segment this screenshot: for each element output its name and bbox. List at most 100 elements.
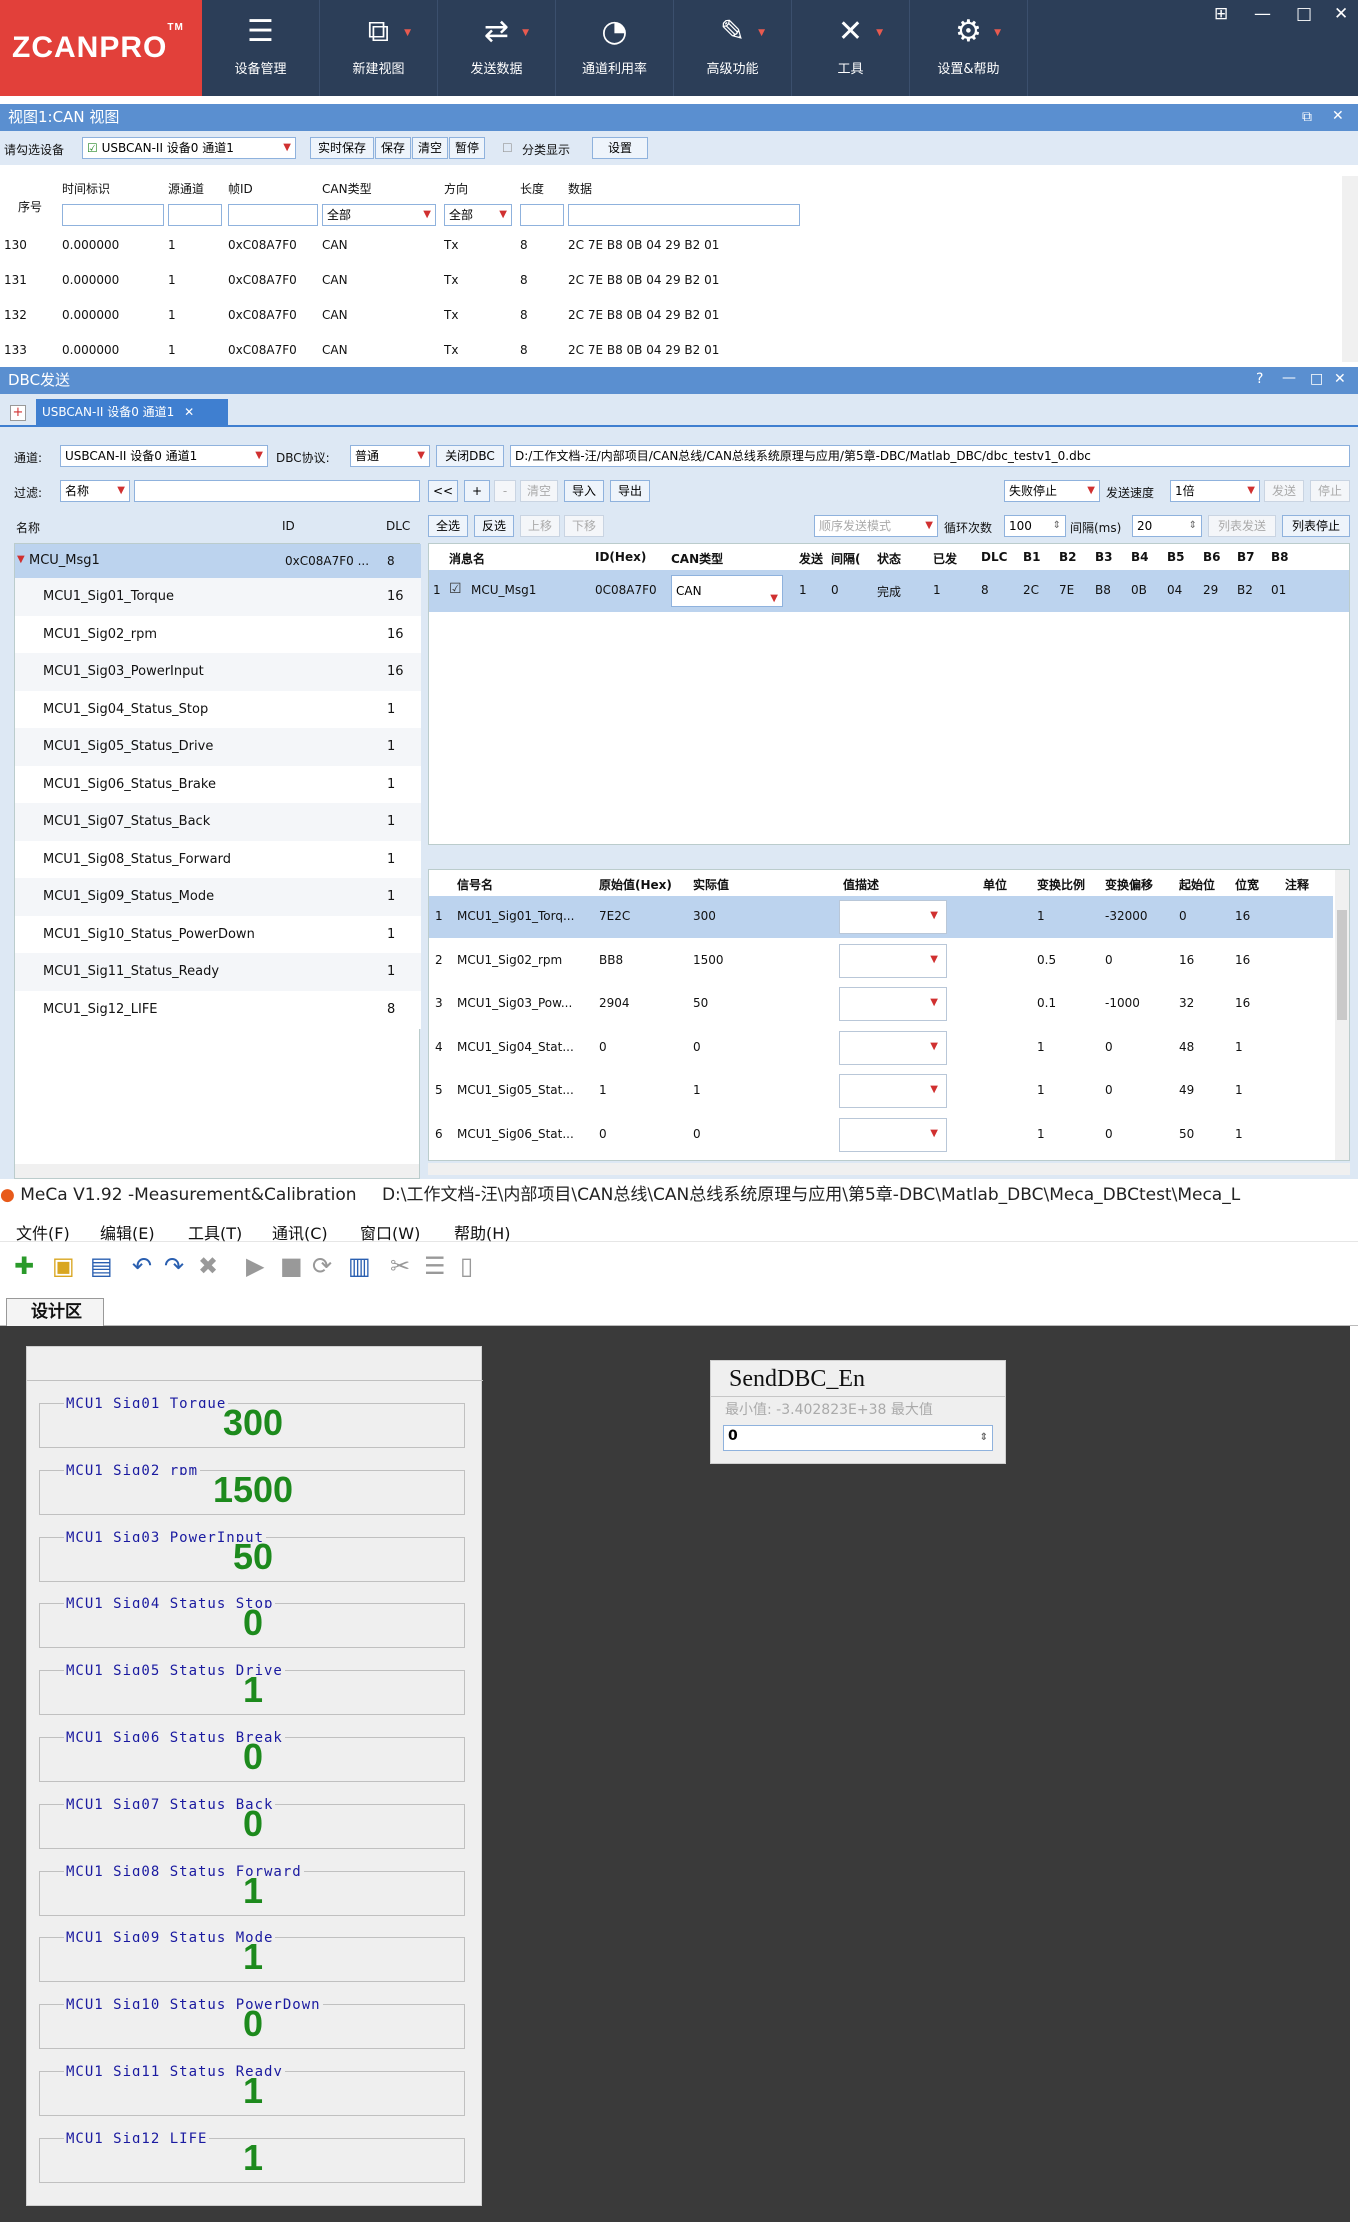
signal-gauge[interactable]: MCU1_Sig03_PowerInput 50 [39,1529,465,1582]
value-desc-select[interactable]: ▼ [839,987,947,1021]
tab-usbcan[interactable]: USBCAN-II 设备0 通道1 ✕ [36,399,228,425]
menu-tools[interactable]: 工具(T) [188,1220,242,1244]
import-button[interactable]: 导入 [564,480,604,502]
select-all-button[interactable]: 全选 [428,515,468,537]
value-desc-select[interactable]: ▼ [839,943,947,978]
tree-signal-row[interactable]: MCU1_Sig04_Status_Stop 1 [15,690,421,729]
ribbon-advanced-button[interactable]: ✎ ▼ 高级功能 [674,0,792,96]
pause-button[interactable]: 暂停 [449,137,485,159]
tree-signal-row[interactable]: MCU1_Sig05_Status_Drive 1 [15,728,421,766]
signal-gauge[interactable]: MCU1_Sig02_rpm 1500 [39,1462,465,1515]
settings-button[interactable]: 设置 [592,137,648,159]
tree-signal-row[interactable]: MCU1_Sig03_PowerInput 16 [15,653,421,691]
save-icon[interactable]: ▤ [90,1252,113,1280]
signal-value-row[interactable]: 3 MCU1_Sig03_Pow... 2904 50 0.1 -1000 32 16 ▼ [429,983,1333,1025]
speed-select[interactable]: 1倍 ▼ [1170,480,1260,502]
can-frame-row[interactable]: 133 0.000000 1 0xC08A7F0 CAN Tx 8 2C 7E B8 0B 0… [0,337,1340,367]
signal-gauge[interactable]: MCU1_Sig11_Status_Ready 1 [39,2064,465,2116]
help-icon[interactable]: ? [1256,371,1263,387]
list-stop-button[interactable]: 列表停止 [1282,515,1350,537]
tree-signal-row[interactable]: MCU1_Sig12_LIFE 8 [15,990,421,1029]
float-icon[interactable]: ⧉ [1302,109,1312,125]
interval-input[interactable]: 20 ⇕ [1132,515,1202,537]
dbc-path-field[interactable]: D:/工作文档-汪/内部项目/CAN总线/CAN总线系统原理与应用/第5章-DB… [510,445,1350,467]
value-desc-select[interactable]: ▼ [839,1117,947,1152]
list-icon[interactable]: ☰ [424,1252,446,1280]
value-desc-select[interactable]: ▼ [839,1074,947,1108]
can-frame-row[interactable]: 130 0.000000 1 0xC08A7F0 CAN Tx 8 2C 7E B8 0B 0… [0,232,1340,262]
device-select[interactable]: ☑ USBCAN-II 设备0 通道1 ▼ [82,137,296,159]
signal-value-row[interactable]: 2 MCU1_Sig02_rpm BB8 1500 0.5 0 16 16 ▼ [429,940,1333,982]
tree-msg-row[interactable]: ▼ MCU_Msg1 0xC08A7F0 ... 8 [15,544,421,578]
dbc-close-icon[interactable]: ✕ [1334,371,1346,387]
tree-signal-row[interactable]: MCU1_Sig07_Status_Back 1 [15,803,421,841]
ribbon-settings-help-button[interactable]: ⚙ ▼ 设置&帮助 [910,0,1028,96]
ribbon-new-view-button[interactable]: ⧉ ▼ 新建视图 [320,0,438,96]
menu-file[interactable]: 文件(F) [16,1220,70,1244]
ribbon-send-data-button[interactable]: ⇄ ▼ 发送数据 [438,0,556,96]
add-tab-icon[interactable]: + [10,405,26,421]
filter-frame-id[interactable] [228,204,318,226]
close-icon[interactable]: ✕ [1334,4,1348,24]
move-down-button[interactable]: 下移 [564,515,604,537]
send-button[interactable]: 发送 [1264,480,1304,502]
can-frame-row[interactable]: 132 0.000000 1 0xC08A7F0 CAN Tx 8 2C 7E B8 0B 0… [0,302,1340,332]
filter-source[interactable] [168,204,222,226]
signal-table-hscroll[interactable] [428,1163,1350,1175]
stop-button[interactable]: 停止 [1310,480,1350,502]
send-dbc-panel[interactable]: SendDBC_En 最小值: -3.402823E+38 最大值 0 ⇕ [710,1360,1006,1464]
signal-value-row[interactable]: 1 MCU1_Sig01_Torq... 7E2C 300 1 -32000 0 16 ▼ [429,896,1333,938]
dbc-minimize-icon[interactable]: — [1282,370,1296,386]
list-send-button[interactable]: 列表发送 [1208,515,1276,537]
send-mode-select[interactable]: 顺序发送模式 ▼ [814,515,938,537]
gauge-panel[interactable]: MCU1_Sig01_Torque 300 MCU1_Sig02_rpm 1500 MC… [26,1346,483,2206]
signal-value-row[interactable]: 4 MCU1_Sig04_Stat... 0 0 1 0 48 1 ▼ [429,1027,1333,1069]
can-view-close-icon[interactable]: ✕ [1332,108,1344,124]
menu-window[interactable]: 窗口(W) [360,1220,420,1244]
signal-gauge[interactable]: MCU1_Sig05_Status_Drive 1 [39,1663,465,1716]
menu-comm[interactable]: 通讯(C) [272,1220,328,1244]
realtime-save-button[interactable]: 实时保存 [310,137,374,159]
clear-list-button[interactable]: 清空 [520,480,558,502]
tree-signal-row[interactable]: MCU1_Sig11_Status_Ready 1 [15,953,421,991]
message-checkbox[interactable]: ☑ [449,581,462,597]
move-up-button[interactable]: 上移 [520,515,560,537]
filter-direction[interactable]: 全部 ▼ [444,204,512,226]
signal-gauge[interactable]: MCU1_Sig01_Torque 300 [39,1396,465,1448]
filter-length[interactable] [520,204,564,226]
tree-signal-row[interactable]: MCU1_Sig01_Torque 16 [15,578,421,616]
dbc-maximize-icon[interactable]: □ [1310,371,1323,387]
value-desc-select[interactable]: ▼ [839,900,947,934]
ribbon-device-manage-button[interactable]: ☰ 设备管理 [202,0,320,96]
refresh-icon[interactable]: ⟳ [312,1252,332,1280]
undo-icon[interactable]: ↶ [132,1252,152,1280]
stop-icon[interactable]: ■ [280,1252,303,1280]
tab-design-area[interactable]: 设计区 [6,1298,104,1326]
signal-gauge[interactable]: MCU1_Sig04_Status_Stop 0 [39,1596,465,1649]
menu-edit[interactable]: 编辑(E) [100,1220,155,1244]
delete-icon[interactable]: ✖ [198,1252,218,1280]
remove-button[interactable]: - [494,480,516,502]
export-button[interactable]: 导出 [610,480,650,502]
collapse-button[interactable]: << [428,480,458,502]
signal-gauge[interactable]: MCU1_Sig09_Status_Mode 1 [39,1930,465,1983]
fail-stop-select[interactable]: 失败停止 ▼ [1004,480,1100,502]
tree-signal-row[interactable]: MCU1_Sig06_Status_Brake 1 [15,765,421,804]
group-checkbox[interactable]: ☐ [502,141,513,155]
can-view-scrollbar[interactable] [1342,176,1358,362]
new-icon[interactable]: ✚ [14,1252,34,1280]
book-icon[interactable]: ▥ [348,1252,371,1280]
open-folder-icon[interactable]: ▣ [52,1252,75,1280]
send-dbc-value-input[interactable]: 0 ⇕ [723,1425,993,1451]
filter-data[interactable] [568,204,800,226]
signal-table-scrollbar[interactable] [1335,870,1349,1160]
device-icon[interactable]: ▯ [460,1252,473,1280]
layout-grid-icon[interactable]: ⊞ [1214,4,1228,24]
tool-icon[interactable]: ✂ [390,1252,410,1280]
signal-gauge[interactable]: MCU1_Sig10_Status_PowerDown 0 [39,1997,465,2050]
value-desc-select[interactable]: ▼ [839,1030,947,1065]
tree-hscrollbar[interactable] [15,1164,419,1178]
protocol-select[interactable]: 普通 ▼ [350,445,430,467]
message-can-type-select[interactable]: CAN ▼ [671,575,783,607]
ribbon-channel-usage-button[interactable]: ◔ 通道利用率 [556,0,674,96]
